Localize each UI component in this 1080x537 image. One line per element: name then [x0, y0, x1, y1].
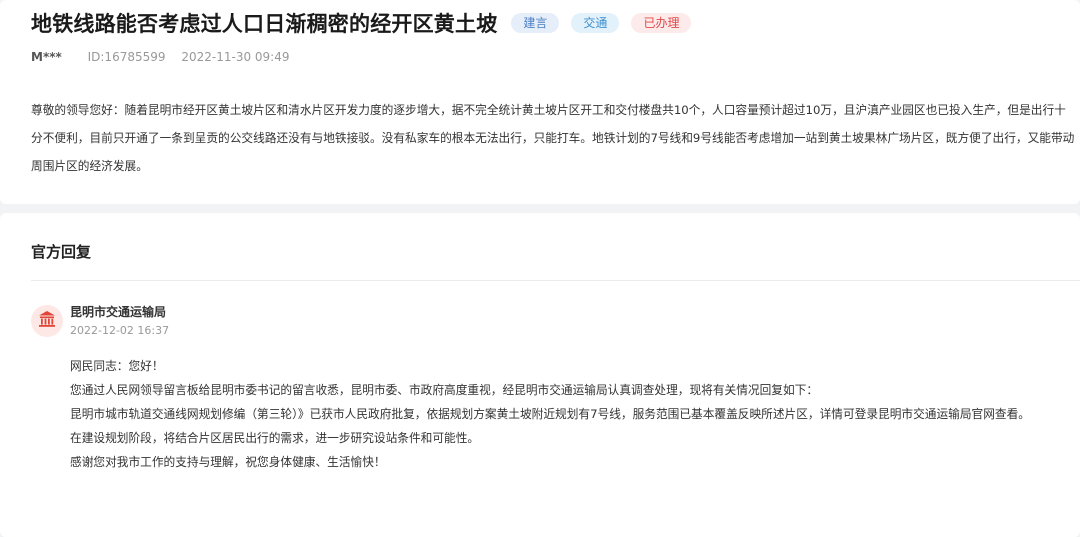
- reply-body: 网民同志：您好！ 您通过人民网领导留言板给昆明市委书记的留言收悉，昆明市委、市政…: [70, 354, 1076, 474]
- avatar: [31, 305, 63, 337]
- author-name: M***: [31, 50, 62, 64]
- divider: [31, 280, 1080, 281]
- post-meta: M*** ID:16785599 2022-11-30 09:49: [31, 50, 289, 64]
- reply-paragraph: 您通过人民网领导留言板给昆明市委书记的留言收悉，昆明市委、市政府高度重视，经昆明…: [70, 383, 819, 397]
- message-body: 尊敬的领导您好：随着昆明市经开区黄土坡片区和清水片区开发力度的逐步增大，据不完全…: [31, 103, 1075, 173]
- question-card: 地铁线路能否考虑过人口日渐稠密的经开区黄土坡 建言 交通 已办理 M*** ID…: [0, 0, 1080, 204]
- section-title: 官方回复: [31, 243, 92, 261]
- title-row: 地铁线路能否考虑过人口日渐稠密的经开区黄土坡 建言 交通 已办理: [31, 8, 692, 38]
- tag-suggestion[interactable]: 建言: [511, 13, 560, 33]
- tag-transport[interactable]: 交通: [571, 13, 620, 33]
- reply-paragraph: 昆明市城市轨道交通线网规划修编（第三轮）》已获市人民政府批复，依据规划方案黄土坡…: [70, 407, 1030, 421]
- reply-paragraph: 在建设规划阶段，将结合片区居民出行的需求，进一步研究设站条件和可能性。: [70, 431, 480, 445]
- department-name: 昆明市交通运输局: [70, 305, 167, 319]
- official-reply-card: 官方回复 昆明市交通运输局 2022-12-02 16:37 网民同志：您好！ …: [0, 213, 1080, 537]
- government-building-icon: [37, 309, 57, 333]
- post-id: ID:16785599: [87, 50, 166, 64]
- reply-paragraph: 网民同志：您好！: [70, 359, 164, 373]
- page-title: 地铁线路能否考虑过人口日渐稠密的经开区黄土坡: [31, 12, 498, 36]
- status-badge: 已办理: [631, 13, 692, 33]
- reply-paragraph: 感谢您对我市工作的支持与理解，祝您身体健康、生活愉快！: [70, 455, 386, 469]
- reply-datetime: 2022-12-02 16:37: [70, 324, 170, 337]
- post-datetime: 2022-11-30 09:49: [181, 50, 290, 64]
